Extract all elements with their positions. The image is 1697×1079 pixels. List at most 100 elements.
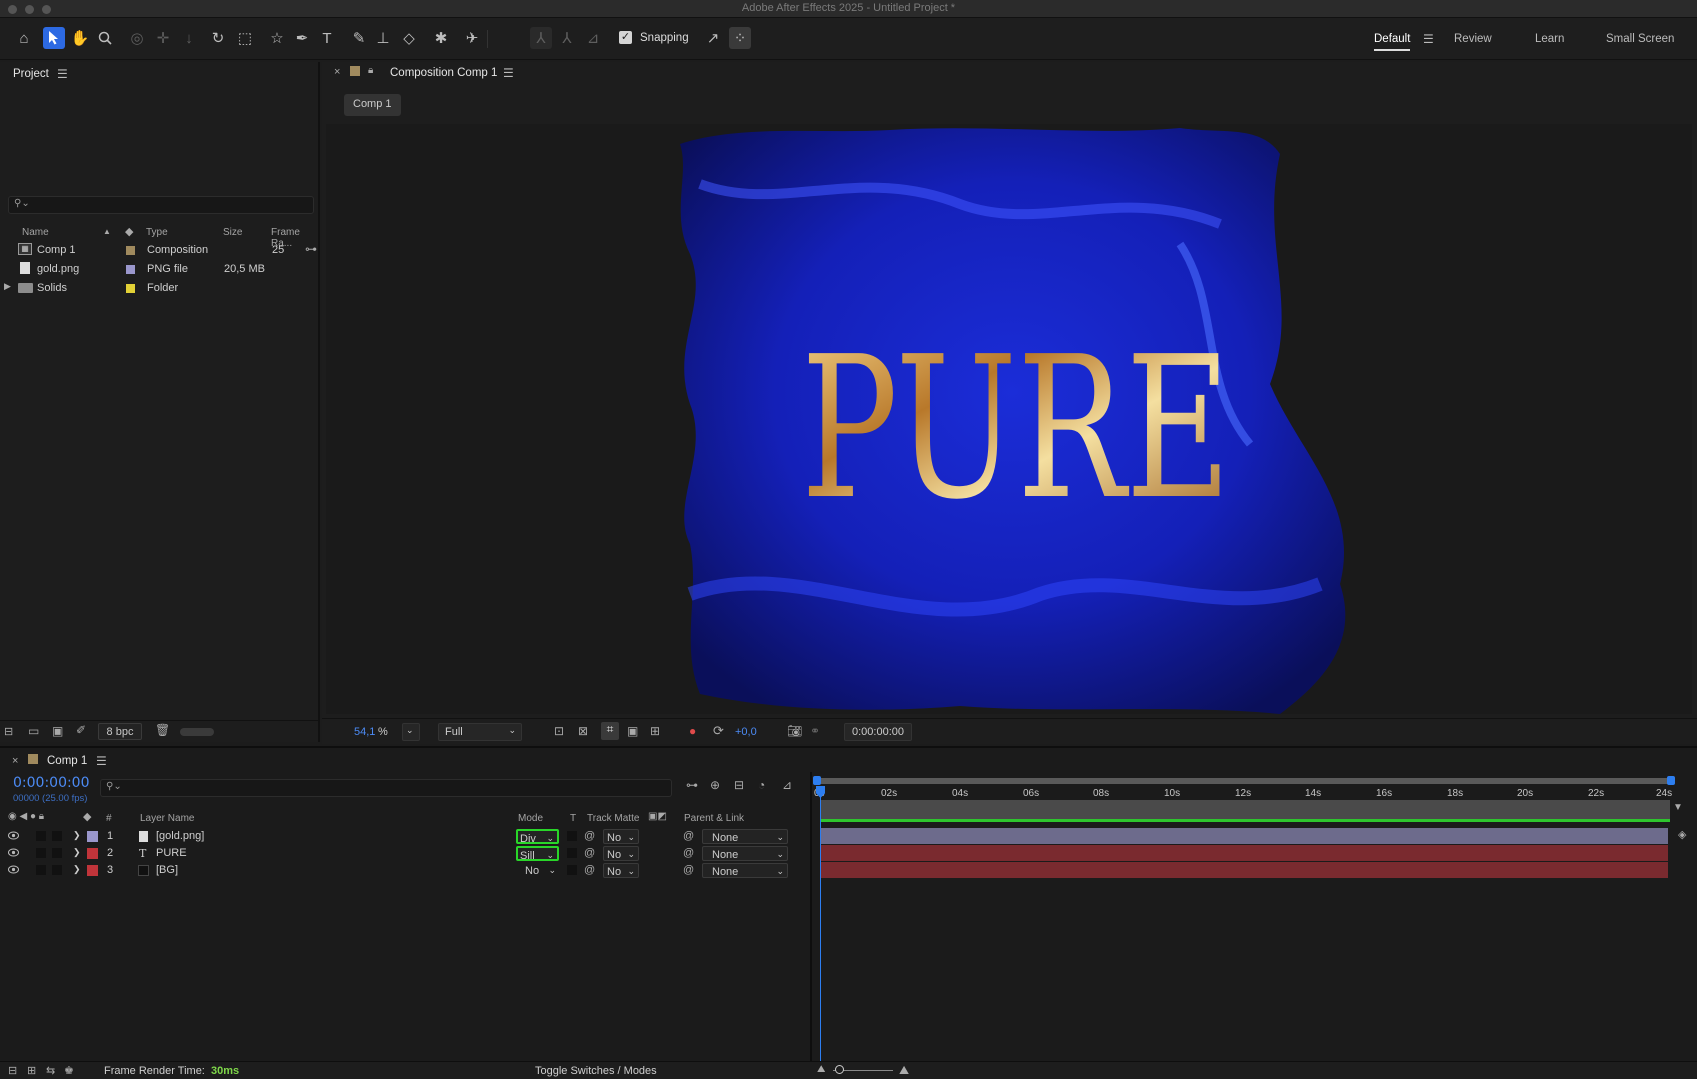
timeline-menu-icon[interactable]: ☰	[96, 754, 107, 768]
viewer-timecode[interactable]: 0:00:00:00	[844, 723, 912, 741]
layer-name[interactable]: [BG]	[156, 864, 178, 876]
label-column-icon[interactable]: ◆	[125, 225, 133, 238]
lock-toggle[interactable]	[52, 848, 62, 858]
layer-row-1[interactable]: ❯ 1 [gold.png] Div ⌄ @ No ⌄ @ None ⌄	[0, 828, 812, 845]
layer-bar-3[interactable]	[820, 862, 1668, 878]
preserve-transparency-toggle[interactable]	[567, 865, 577, 875]
frame-blending-icon[interactable]: ⊟	[734, 778, 744, 792]
new-folder-icon[interactable]: ▭	[28, 724, 39, 738]
layer-name[interactable]: PURE	[156, 847, 187, 859]
render-time-toggle-icon[interactable]: ♚	[64, 1064, 74, 1077]
roto-brush-tool-icon[interactable]: ✱	[430, 27, 452, 49]
project-menu-icon[interactable]: ☰	[57, 67, 68, 81]
zoom-out-icon[interactable]: ⛰	[817, 1064, 825, 1075]
close-tab-icon[interactable]: ×	[12, 755, 18, 767]
blend-mode-dropdown[interactable]: Div ⌄	[516, 829, 559, 844]
blend-mode-dropdown[interactable]: Sill ⌄	[516, 846, 559, 861]
graph-editor-icon[interactable]: ⊿	[782, 778, 792, 792]
solo-toggle[interactable]	[36, 865, 46, 875]
show-snapshot-icon[interactable]: ⚭	[810, 724, 820, 738]
orbit-tool-icon[interactable]: ◎	[126, 27, 148, 49]
label-swatch[interactable]	[126, 265, 135, 274]
snap-features-icon[interactable]: ⁘	[729, 27, 751, 49]
local-axis-icon[interactable]: ⅄	[530, 27, 552, 49]
track-matte-dropdown[interactable]: No ⌄	[603, 829, 639, 844]
zoom-value[interactable]: 54,1	[354, 726, 375, 738]
comp-marker-bin-icon[interactable]: ▼	[1673, 802, 1683, 813]
project-tab[interactable]: Project	[13, 68, 49, 80]
navigator-start-handle[interactable]	[813, 776, 821, 785]
bpc-button[interactable]: 8 bpc	[98, 723, 142, 740]
composition-flowchart-icon[interactable]: ⊶	[686, 778, 698, 792]
pen-tool-icon[interactable]: ✒	[291, 27, 313, 49]
pick-whip-icon[interactable]: @	[584, 830, 595, 842]
resolution-dropdown[interactable]: Full ⌄	[438, 723, 522, 741]
zoom-tool-icon[interactable]	[94, 27, 116, 49]
star-shape-tool-icon[interactable]: ☆	[266, 27, 288, 49]
thumbnail-slider[interactable]	[180, 728, 214, 736]
selection-tool-icon[interactable]	[43, 27, 65, 49]
home-icon[interactable]: ⌂	[13, 27, 35, 49]
time-navigator[interactable]	[816, 778, 1671, 784]
exposure-value[interactable]: +0,0	[735, 726, 757, 738]
layer-label-swatch[interactable]	[87, 848, 98, 859]
close-tab-icon[interactable]: ×	[334, 66, 340, 78]
work-area-bar[interactable]	[820, 800, 1670, 820]
expand-arrow-icon[interactable]: ❯	[73, 830, 81, 841]
snapshot-camera-icon[interactable]: 📷︎	[787, 724, 802, 738]
project-search-input[interactable]: ⚲⌄	[8, 196, 314, 214]
workspace-learn[interactable]: Learn	[1535, 33, 1564, 45]
clone-stamp-tool-icon[interactable]: ⊥	[372, 27, 394, 49]
layer-switches-icon[interactable]: ⊟	[8, 1064, 17, 1077]
flowchart-icon[interactable]: ⊶	[305, 242, 317, 256]
label-swatch[interactable]	[126, 284, 135, 293]
layer-row-2[interactable]: ❯ 2 T PURE Sill ⌄ @ No ⌄ @ None ⌄	[0, 845, 812, 862]
expand-arrow-icon[interactable]: ▶	[4, 281, 11, 292]
world-axis-icon[interactable]: ⅄	[556, 27, 578, 49]
rotate-tool-icon[interactable]: ↻	[207, 27, 229, 49]
toggle-switches-modes[interactable]: Toggle Switches / Modes	[535, 1065, 657, 1077]
dolly-tool-icon[interactable]: ↓	[178, 27, 200, 49]
layer-bar-1[interactable]	[820, 828, 1668, 844]
navigator-end-handle[interactable]	[1667, 776, 1675, 785]
parent-pick-whip-icon[interactable]: @	[683, 830, 694, 842]
fast-previews-icon[interactable]: ⊡	[554, 724, 564, 738]
zoom-in-icon[interactable]: ⛰	[899, 1063, 909, 1078]
column-size[interactable]: Size	[223, 227, 242, 238]
project-item-gold-png[interactable]: gold.png PNG file 20,5 MB	[0, 260, 318, 279]
track-matte-dropdown[interactable]: No ⌄	[603, 863, 639, 878]
draft-3d-icon[interactable]: ⊕	[710, 778, 720, 792]
trash-icon[interactable]: 🗑	[155, 723, 170, 737]
solo-toggle[interactable]	[36, 831, 46, 841]
column-type[interactable]: Type	[146, 227, 168, 238]
expand-arrow-icon[interactable]: ❯	[73, 864, 81, 875]
snap-edges-icon[interactable]: ↗	[702, 27, 724, 49]
hand-tool-icon[interactable]: ✋	[69, 27, 91, 49]
sort-ascending-icon[interactable]: ▲	[103, 227, 111, 236]
lock-toggle[interactable]	[52, 831, 62, 841]
preserve-transparency-toggle[interactable]	[567, 848, 577, 858]
adjust-settings-icon[interactable]: ✐	[76, 723, 86, 737]
time-zoom-handle[interactable]	[835, 1065, 844, 1074]
current-time[interactable]: 0:00:00:00	[13, 775, 90, 791]
eye-icon[interactable]	[8, 848, 19, 857]
lock-toggle[interactable]	[52, 865, 62, 875]
project-item-solids[interactable]: ▶ Solids Folder	[0, 279, 318, 298]
view-axis-icon[interactable]: ⊿	[582, 27, 604, 49]
blend-mode-dropdown[interactable]: No ⌄	[516, 863, 559, 878]
workspace-default[interactable]: Default	[1374, 33, 1411, 51]
workspace-menu-icon[interactable]: ☰	[1423, 32, 1434, 46]
keyframe-navigator-icon[interactable]: ◈	[1678, 828, 1686, 841]
eraser-tool-icon[interactable]: ◇	[398, 27, 420, 49]
composition-canvas[interactable]: PURE	[326, 124, 1692, 714]
layer-row-3[interactable]: ❯ 3 [BG] No ⌄ @ No ⌄ @ None ⌄	[0, 862, 812, 879]
mask-visibility-icon[interactable]: ⌗	[601, 722, 619, 740]
playhead-line[interactable]	[820, 796, 821, 1062]
reset-exposure-icon[interactable]: ⟳	[713, 723, 724, 739]
new-composition-icon[interactable]: ▣	[52, 724, 63, 738]
region-of-interest-icon[interactable]: ▣	[627, 724, 638, 738]
column-layer-name[interactable]: Layer Name	[140, 813, 194, 824]
grid-guides-icon[interactable]: ⊞	[650, 724, 660, 738]
timeline-tab[interactable]: Comp 1	[47, 755, 87, 767]
layer-label-swatch[interactable]	[87, 865, 98, 876]
